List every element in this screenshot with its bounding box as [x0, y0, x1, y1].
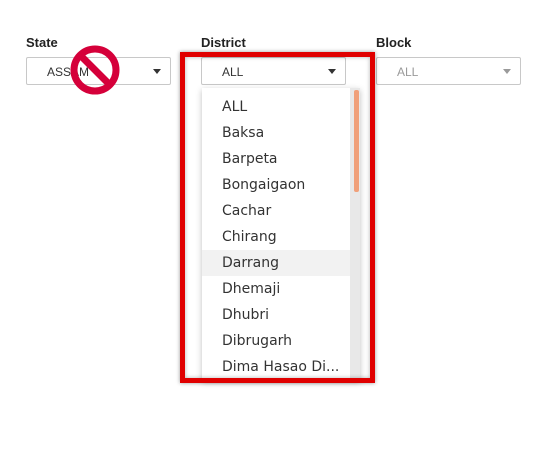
district-option[interactable]: Bongaigaon	[202, 172, 350, 198]
district-option[interactable]: Dhubri	[202, 302, 350, 328]
district-option[interactable]: Dima Hasao Di...	[202, 354, 350, 380]
block-select-value: ALL	[397, 65, 419, 79]
district-option-hovered[interactable]: Darrang	[202, 250, 350, 276]
filter-panel: State ASSAM District ALL Block ALL ALL B…	[0, 0, 556, 460]
block-label: Block	[376, 35, 412, 50]
state-label: State	[26, 35, 58, 50]
district-option[interactable]: Dibrugarh	[202, 328, 350, 354]
chevron-down-icon	[503, 69, 511, 74]
block-select[interactable]: ALL	[376, 57, 521, 85]
district-select[interactable]: ALL	[201, 57, 346, 85]
district-option[interactable]: Barpeta	[202, 146, 350, 172]
district-dropdown-list[interactable]: ALL Baksa Barpeta Bongaigaon Cachar Chir…	[202, 88, 360, 380]
district-option[interactable]: Dhemaji	[202, 276, 350, 302]
district-select-value: ALL	[222, 65, 244, 79]
district-option[interactable]: ALL	[202, 94, 350, 120]
district-option[interactable]: Baksa	[202, 120, 350, 146]
district-label: District	[201, 35, 246, 50]
no-entry-sign-icon	[70, 45, 120, 95]
dropdown-scrollbar-thumb[interactable]	[354, 90, 359, 192]
chevron-down-icon	[153, 69, 161, 74]
district-option[interactable]: Cachar	[202, 198, 350, 224]
chevron-down-icon	[328, 69, 336, 74]
district-option[interactable]: Chirang	[202, 224, 350, 250]
